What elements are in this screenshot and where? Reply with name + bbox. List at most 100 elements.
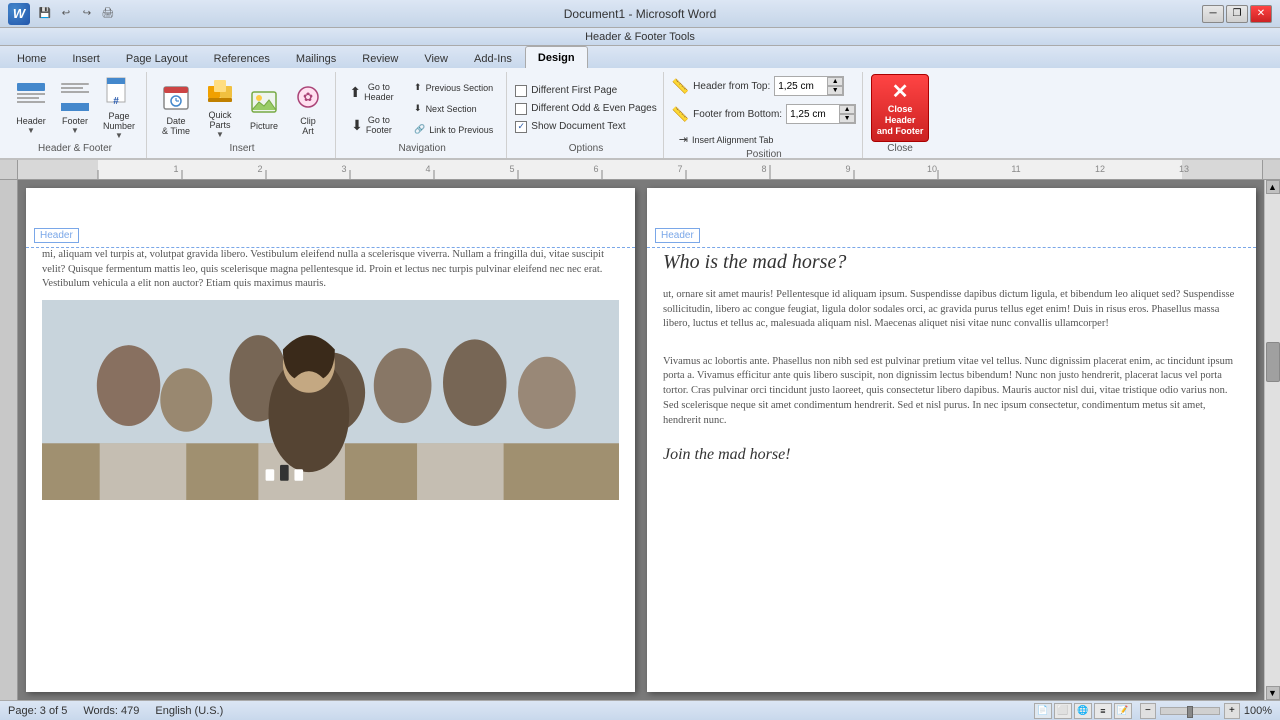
header-icon <box>15 81 47 113</box>
header-button[interactable]: Header ▼ <box>10 74 52 142</box>
different-odd-even-label: Different Odd & Even Pages <box>531 103 656 114</box>
next-section-icon: ⬇ <box>414 103 422 114</box>
tab-references[interactable]: References <box>201 48 283 68</box>
footer-icon <box>59 81 91 113</box>
scroll-down-button[interactable]: ▼ <box>1266 686 1280 700</box>
print-button[interactable]: 🖨 <box>99 5 117 23</box>
redo-button[interactable]: ↪ <box>78 5 96 23</box>
group-close-label: Close <box>887 143 913 156</box>
insert-alignment-tab-button[interactable]: ⇥ Insert Alignment Tab <box>672 130 856 149</box>
minimize-button[interactable]: ─ <box>1202 5 1224 23</box>
page-subtitle: Join the mad horse! <box>663 444 1240 466</box>
link-to-previous-button[interactable]: 🔗 Link to Previous <box>407 121 500 139</box>
page-number-icon: # <box>103 76 135 108</box>
previous-section-button[interactable]: ⬆ Previous Section <box>407 79 500 97</box>
outline-button[interactable]: ≡ <box>1094 703 1112 719</box>
quick-parts-icon <box>204 77 236 107</box>
chess-scene <box>42 300 619 500</box>
page-title: Who is the mad horse? <box>663 248 1240 276</box>
close-header-footer-button[interactable]: ✕ Close Headerand Footer <box>871 74 929 142</box>
zoom-out-button[interactable]: − <box>1140 703 1156 719</box>
ruler-side-left <box>0 160 18 179</box>
ruler-area: 1 2 3 4 5 6 7 8 9 10 11 12 13 <box>0 160 1280 180</box>
goto-header-icon: ⬆ <box>349 84 361 101</box>
word-logo-icon: W <box>8 3 30 25</box>
tab-mailings[interactable]: Mailings <box>283 48 349 68</box>
goto-footer-button[interactable]: ⬇ Go toFooter <box>344 110 399 140</box>
print-layout-button[interactable]: 📄 <box>1034 703 1052 719</box>
group-hf-buttons: Header ▼ Footer ▼ # Page <box>10 74 140 143</box>
tab-insert[interactable]: Insert <box>59 48 113 68</box>
footer-bottom-down-button[interactable]: ▼ <box>839 114 855 123</box>
alignment-tab-icon: ⇥ <box>679 133 688 146</box>
different-first-page-checkbox[interactable] <box>515 85 527 97</box>
svg-text:9: 9 <box>845 164 850 174</box>
draft-button[interactable]: 📝 <box>1114 703 1132 719</box>
group-options: Different First Page Different Odd & Eve… <box>509 72 663 158</box>
page-number-button[interactable]: # Page Number ▼ <box>98 74 140 142</box>
different-odd-even-checkbox[interactable] <box>515 103 527 115</box>
save-button[interactable]: 💾 <box>36 5 54 23</box>
quick-parts-button[interactable]: Quick Parts ▼ <box>199 74 241 142</box>
right-body-paragraph-2: Vivamus ac lobortis ante. Phasellus non … <box>663 355 1240 428</box>
zoom-slider[interactable] <box>1160 707 1220 715</box>
tab-view[interactable]: View <box>411 48 461 68</box>
document-pages: Header mi, aliquam vel turpis at, volutp… <box>18 180 1264 700</box>
header-from-top-label: Header from Top: <box>693 81 770 92</box>
footer-bottom-up-button[interactable]: ▲ <box>839 105 855 114</box>
link-icon: 🔗 <box>414 124 425 135</box>
status-bar: Page: 3 of 5 Words: 479 English (U.S.) 📄… <box>0 700 1280 720</box>
zoom-slider-thumb[interactable] <box>1187 706 1193 718</box>
document-area: Header mi, aliquam vel turpis at, volutp… <box>0 180 1280 700</box>
scroll-up-button[interactable]: ▲ <box>1266 180 1280 194</box>
undo-button[interactable]: ↩ <box>57 5 75 23</box>
group-insert: Date & Time Quick Parts ▼ <box>149 72 336 158</box>
date-time-button[interactable]: Date & Time <box>155 74 197 142</box>
tab-page-layout[interactable]: Page Layout <box>113 48 201 68</box>
svg-text:8: 8 <box>761 164 766 174</box>
restore-button[interactable]: ❐ <box>1226 5 1248 23</box>
goto-header-button[interactable]: ⬆ Go toHeader <box>344 77 399 107</box>
header-from-top-row: 📏 Header from Top: ▲ ▼ <box>672 76 845 96</box>
different-odd-even-row: Different Odd & Even Pages <box>515 103 656 115</box>
quick-access-toolbar: 💾 ↩ ↪ 🖨 <box>36 5 117 23</box>
footer-button[interactable]: Footer ▼ <box>54 74 96 142</box>
show-document-text-checkbox[interactable]: ✓ <box>515 121 527 133</box>
header-top-up-button[interactable]: ▲ <box>827 77 843 86</box>
svg-text:3: 3 <box>341 164 346 174</box>
header-top-down-button[interactable]: ▼ <box>827 86 843 95</box>
hf-tools-banner: Header & Footer Tools <box>0 28 1280 46</box>
left-page-paragraph: mi, aliquam vel turpis at, volutpat grav… <box>42 248 619 292</box>
close-hf-label: Close Headerand Footer <box>876 104 924 136</box>
svg-text:11: 11 <box>1011 164 1020 174</box>
clip-art-button[interactable]: ✿ Clip Art <box>287 74 329 142</box>
group-navigation: ⬆ Go toHeader ⬇ Go toFooter <box>338 72 507 158</box>
svg-text:✿: ✿ <box>303 90 313 104</box>
tab-design[interactable]: Design <box>525 46 588 68</box>
view-buttons: 📄 ⬜ 🌐 ≡ 📝 <box>1034 703 1132 719</box>
scroll-thumb[interactable] <box>1266 342 1280 382</box>
picture-button[interactable]: Picture <box>243 74 285 142</box>
close-window-button[interactable]: ✕ <box>1250 5 1272 23</box>
header-from-top-icon: 📏 <box>672 78 689 95</box>
zoom-in-button[interactable]: + <box>1224 703 1240 719</box>
full-screen-button[interactable]: ⬜ <box>1054 703 1072 719</box>
group-position: 📏 Header from Top: ▲ ▼ 📏 Footer from Bot… <box>666 72 863 158</box>
group-nav-label: Navigation <box>399 143 446 156</box>
tab-add-ins[interactable]: Add-Ins <box>461 48 525 68</box>
vertical-scrollbar[interactable]: ▲ ▼ <box>1264 180 1280 700</box>
group-insert-label: Insert <box>230 143 255 156</box>
tab-review[interactable]: Review <box>349 48 411 68</box>
left-page-header-marker: Header <box>26 188 635 248</box>
tab-home[interactable]: Home <box>4 48 59 68</box>
next-section-button[interactable]: ⬇ Next Section <box>407 100 500 118</box>
svg-text:7: 7 <box>677 164 682 174</box>
right-body-paragraph-1: ut, ornare sit amet mauris! Pellentesque… <box>663 288 1240 332</box>
svg-text:4: 4 <box>425 164 430 174</box>
web-layout-button[interactable]: 🌐 <box>1074 703 1092 719</box>
svg-text:12: 12 <box>1095 164 1105 174</box>
hf-tools-label: Header & Footer Tools <box>585 31 695 43</box>
header-from-top-input[interactable] <box>775 77 827 95</box>
window-controls: ─ ❐ ✕ <box>1202 5 1272 23</box>
footer-from-bottom-input[interactable] <box>787 105 839 123</box>
